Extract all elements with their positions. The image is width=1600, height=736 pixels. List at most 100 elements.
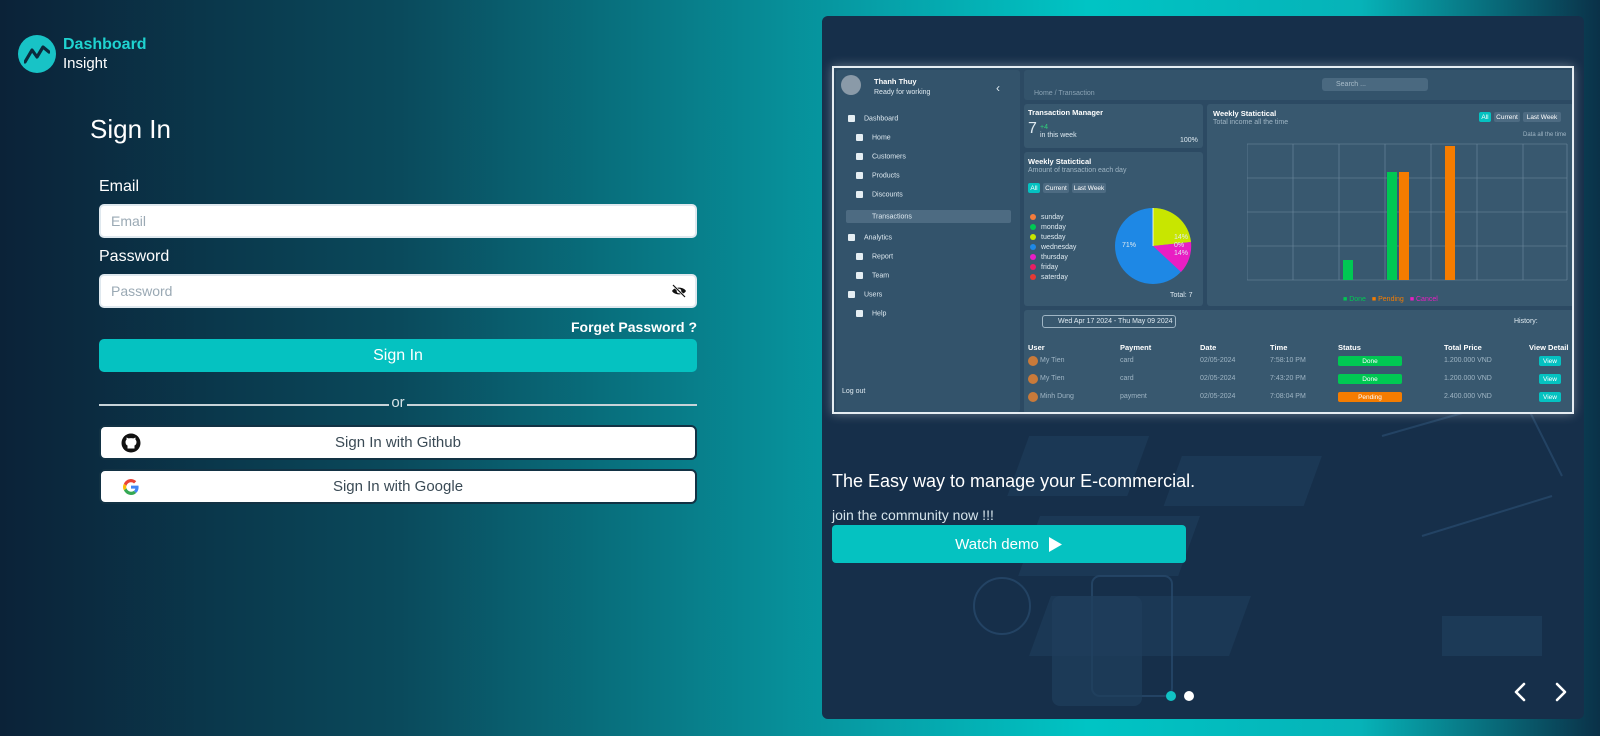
pie-filter-current: Current (1043, 183, 1069, 193)
table-cell-payment: payment (1120, 393, 1147, 400)
pie-legend-label: saterday (1041, 274, 1068, 281)
or-divider: or (99, 394, 697, 414)
view-button[interactable]: View (1539, 356, 1561, 366)
table-date-range: Wed Apr 17 2024 - Thu May 09 2024 (1058, 318, 1173, 325)
pie-legend-label: sunday (1041, 214, 1064, 221)
table-cell-user: Minh Dung (1040, 393, 1074, 400)
tm-period: in this week (1040, 132, 1077, 139)
bar-legend: ■ Done ■ Pending ■ Cancel (1343, 296, 1438, 303)
status-badge: Pending (1338, 392, 1402, 402)
legend-pending: Pending (1378, 296, 1404, 303)
email-field[interactable] (101, 206, 695, 236)
tm-title: Transaction Manager (1028, 108, 1104, 117)
legend-dot-icon (1030, 214, 1036, 221)
bar-filter-last: Last Week (1523, 112, 1561, 122)
watch-demo-label: Watch demo (955, 535, 1039, 553)
carousel-dots (1166, 691, 1194, 701)
legend-dot-icon (1030, 274, 1036, 281)
bar-done-2 (1387, 172, 1397, 280)
bar-filter-all: All (1479, 112, 1491, 122)
table-header-cell: Status (1338, 343, 1361, 352)
table-cell-date: 02/05-2024 (1200, 357, 1236, 364)
preview-sidebar: Thanh Thuy Ready for working ‹ Dashboard… (836, 70, 1020, 412)
carousel-dot-2[interactable] (1184, 691, 1194, 701)
table-cell-date: 02/05-2024 (1200, 393, 1236, 400)
status-badge: Done (1338, 374, 1402, 384)
view-button[interactable]: View (1539, 374, 1561, 384)
pie-title: Weekly Statictical (1028, 157, 1092, 166)
forget-password-link[interactable]: Forget Password ? (571, 319, 697, 335)
table-cell-payment: card (1120, 357, 1134, 364)
preview-nav-customers: Customers (872, 153, 906, 161)
view-button[interactable]: View (1539, 392, 1561, 402)
pie-legend-label: thursday (1041, 254, 1068, 261)
tm-count: 7 (1028, 120, 1037, 137)
preview-breadcrumb: Home / Transaction (1034, 90, 1095, 97)
password-field[interactable] (101, 276, 695, 306)
preview-pie-card: Weekly Statictical Amount of transaction… (1024, 152, 1203, 306)
brand-logo[interactable]: Dashboard Insight (18, 35, 147, 73)
dashboard-preview: Thanh Thuy Ready for working ‹ Dashboard… (832, 66, 1574, 414)
eye-off-icon[interactable] (671, 284, 687, 303)
table-header-cell: Payment (1120, 343, 1152, 352)
chevron-right-icon[interactable] (1548, 679, 1574, 705)
pie-label-3: 0% (1174, 242, 1185, 249)
bar-title: Weekly Statictical (1213, 109, 1277, 118)
preview-nav-dashboard: Dashboard (864, 115, 899, 123)
preview-nav-help: Help (872, 310, 887, 318)
pie-legend-label: tuesday (1041, 234, 1066, 241)
table-cell-price: 1.200.000 VND (1444, 357, 1492, 364)
promo-carousel: Thanh Thuy Ready for working ‹ Dashboard… (822, 16, 1584, 719)
legend-dot-icon (1030, 224, 1036, 231)
preview-user-status: Ready for working (874, 89, 931, 96)
promo-subtext: join the community now !!! (832, 507, 994, 523)
pie-total: Total: 7 (1170, 292, 1193, 299)
bar-filter-current: Current (1494, 112, 1520, 122)
bar-pending-1 (1399, 172, 1409, 280)
preview-logout: Log out (842, 388, 866, 395)
divider-text: or (391, 394, 405, 411)
preview-nav-home: Home (872, 134, 891, 142)
pie-label-2: 14% (1174, 234, 1189, 241)
preview-nav-products: Products (872, 172, 900, 180)
watch-demo-button[interactable]: Watch demo (832, 525, 1186, 563)
bar-subtitle: Total income all the time (1213, 119, 1289, 126)
pie-legend-label: monday (1041, 224, 1066, 231)
table-cell-time: 7:08:04 PM (1270, 393, 1306, 400)
table-cell-time: 7:58:10 PM (1270, 357, 1306, 364)
github-signin-button[interactable]: Sign In with Github (99, 425, 697, 460)
password-field-wrapper (99, 274, 697, 308)
table-cell-price: 2.400.000 VND (1444, 393, 1492, 400)
page-title: Sign In (90, 114, 171, 144)
preview-nav-users: Users (864, 291, 883, 299)
pie-legend-item: sunday (1030, 214, 1064, 221)
password-label: Password (99, 248, 170, 265)
preview-nav-team: Team (872, 272, 890, 280)
chevron-left-icon[interactable] (1507, 679, 1533, 705)
bar-chart (1247, 143, 1568, 281)
pie-legend-item: saterday (1030, 274, 1068, 281)
tm-pct: 100% (1180, 137, 1198, 144)
pie-legend-label: friday (1041, 264, 1059, 271)
table-header-cell: View Detail (1529, 343, 1569, 352)
pie-legend-item: wednesday (1030, 244, 1076, 251)
avatar (1028, 392, 1038, 402)
bar-note: Data all the time (1523, 132, 1567, 138)
carousel-dot-1[interactable] (1166, 691, 1176, 701)
bar-pending-2 (1445, 146, 1455, 280)
table-header-cell: Date (1200, 343, 1217, 352)
table-header-cell: User (1028, 343, 1045, 352)
brand-subname: Insight (63, 55, 108, 72)
pie-legend-item: monday (1030, 224, 1066, 231)
table-cell-payment: card (1120, 375, 1134, 382)
google-signin-button[interactable]: Sign In with Google (99, 469, 697, 504)
pie-filter-all: All (1028, 183, 1040, 193)
sign-in-button[interactable]: Sign In (99, 339, 697, 372)
legend-dot-icon (1030, 234, 1036, 241)
avatar (1028, 356, 1038, 366)
pie-legend-item: friday (1030, 264, 1058, 271)
brand-logo-icon (18, 35, 56, 73)
legend-dot-icon (1030, 254, 1036, 261)
preview-user-name: Thanh Thuy (874, 77, 917, 86)
preview-topbar: Home / Transaction Search ... (1024, 70, 1572, 100)
